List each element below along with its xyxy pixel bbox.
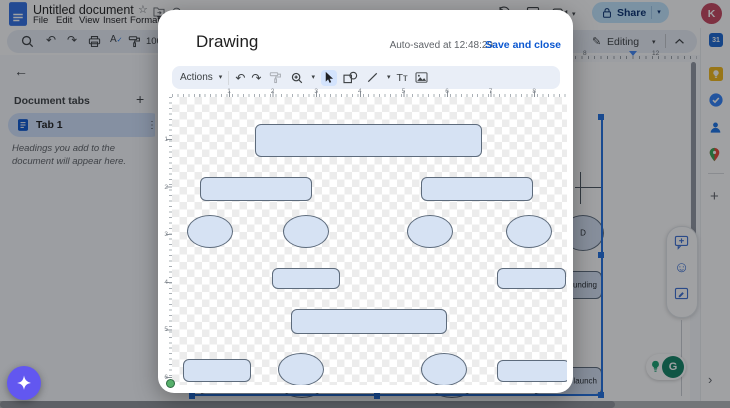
save-and-close-button[interactable]: Save and close xyxy=(485,39,561,51)
select-tool-icon[interactable] xyxy=(321,70,337,86)
sparkle-icon xyxy=(15,374,33,392)
dialog-title: Drawing xyxy=(196,32,258,52)
vertical-ruler: 123456 xyxy=(161,97,172,385)
zoom-tool-icon[interactable] xyxy=(289,70,305,86)
toolbar-divider xyxy=(228,71,229,85)
shape-tool-icon[interactable] xyxy=(343,70,359,86)
canvas-shape[interactable] xyxy=(497,360,567,382)
canvas-shape[interactable] xyxy=(506,215,552,248)
canvas-shape[interactable] xyxy=(497,268,566,289)
ruler-number: 5 xyxy=(164,326,168,333)
ruler-number: 7 xyxy=(489,88,493,95)
canvas-shape[interactable] xyxy=(187,215,233,248)
line-tool-icon[interactable] xyxy=(365,70,381,86)
canvas-shape[interactable] xyxy=(200,177,312,201)
redo-icon[interactable]: ↷ xyxy=(251,71,261,85)
canvas-shape[interactable] xyxy=(283,215,329,248)
actions-caret-icon: ▾ xyxy=(219,74,223,81)
canvas-shape[interactable] xyxy=(291,309,447,334)
ruler-number: 4 xyxy=(358,88,362,95)
undo-icon[interactable]: ↶ xyxy=(235,71,245,85)
image-tool-icon[interactable] xyxy=(414,70,430,86)
ruler-number: 1 xyxy=(164,136,168,143)
drawing-canvas[interactable] xyxy=(172,97,567,385)
text-tool-icon[interactable]: Tт xyxy=(396,72,407,84)
ruler-number: 1 xyxy=(227,88,231,95)
line-caret-icon[interactable]: ▾ xyxy=(387,74,391,81)
ruler-number: 3 xyxy=(314,88,318,95)
actions-menu-button[interactable]: Actions xyxy=(180,72,213,83)
drawing-toolbar: Actions ▾ ↶ ↷ ▾ ▾ Tт xyxy=(172,66,560,89)
ruler-number: 8 xyxy=(532,88,536,95)
canvas-shape[interactable] xyxy=(407,215,453,248)
zoom-caret-icon[interactable]: ▾ xyxy=(311,74,315,81)
ruler-number: 4 xyxy=(164,279,168,286)
ruler-number: 3 xyxy=(164,231,168,238)
canvas-shape[interactable] xyxy=(421,177,533,201)
canvas-resize-handle[interactable] xyxy=(166,379,175,388)
canvas-shape[interactable] xyxy=(421,353,467,385)
paint-format-icon xyxy=(267,70,283,86)
canvas-shape[interactable] xyxy=(278,353,324,385)
canvas-shape[interactable] xyxy=(255,124,482,157)
horizontal-ruler: 1 2 3 4 5 6 7 8 xyxy=(172,88,567,97)
autosave-status: Auto-saved at 12:48:29 xyxy=(390,40,493,51)
ruler-number: 2 xyxy=(271,88,275,95)
gemini-fab-button[interactable] xyxy=(7,366,41,400)
app-root: Untitled document ☆ File Edit View Inser… xyxy=(0,0,730,408)
canvas-shape[interactable] xyxy=(183,359,251,382)
canvas-shape[interactable] xyxy=(272,268,340,289)
drawing-dialog: Drawing Auto-saved at 12:48:29 Save and … xyxy=(158,10,573,393)
ruler-number: 6 xyxy=(445,88,449,95)
ruler-number: 2 xyxy=(164,184,168,191)
ruler-number: 5 xyxy=(402,88,406,95)
